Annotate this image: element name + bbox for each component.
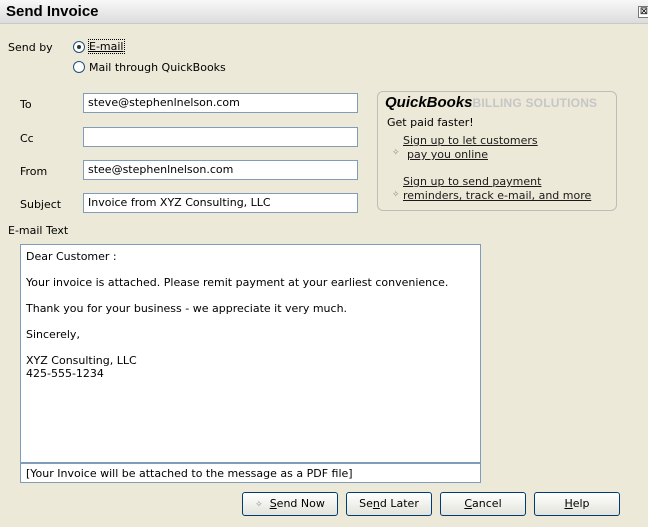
cancel-accel: C bbox=[464, 497, 473, 510]
send-now-button[interactable]: ✧ Send Now bbox=[242, 492, 338, 516]
quickbooks-logo: QuickBooksBILLING SOLUTIONS bbox=[383, 94, 600, 111]
email-greeting: Dear Customer : bbox=[26, 250, 117, 263]
cancel-button[interactable]: Cancel bbox=[440, 492, 526, 516]
cc-label: Cc bbox=[20, 132, 34, 145]
promo-link-online-payments[interactable]: Sign up to let customers pay you online bbox=[403, 134, 538, 162]
subject-field[interactable]: Invoice from XYZ Consulting, LLC bbox=[83, 193, 358, 213]
help-button[interactable]: Help bbox=[534, 492, 620, 516]
promo-brand: QuickBooks bbox=[385, 94, 473, 111]
signature-company: XYZ Consulting, LLC bbox=[26, 354, 137, 367]
attachment-note: [Your Invoice will be attached to the me… bbox=[20, 463, 481, 483]
to-field[interactable]: steve@stephenlnelson.com bbox=[83, 93, 358, 113]
promo-suffix: BILLING SOLUTIONS bbox=[472, 96, 598, 110]
radio-mail-label[interactable]: Mail through QuickBooks bbox=[89, 61, 226, 74]
sparkle-icon: ✧ bbox=[392, 190, 400, 200]
send-now-post: end Now bbox=[276, 497, 325, 510]
email-para2: Thank you for your business - we appreci… bbox=[26, 302, 348, 315]
signature-phone: 425-555-1234 bbox=[26, 367, 104, 380]
cancel-post: ancel bbox=[472, 497, 502, 510]
title-bar: Send Invoice ⊠ bbox=[0, 0, 648, 24]
from-field[interactable]: stee@stephenlnelson.com bbox=[83, 160, 358, 180]
promo-link-payment-reminders[interactable]: Sign up to send payment reminders, track… bbox=[403, 175, 591, 203]
radio-mail[interactable] bbox=[73, 61, 85, 73]
promo-link1-line1: Sign up to let customers bbox=[403, 134, 538, 147]
email-para1: Your invoice is attached. Please remit p… bbox=[26, 276, 449, 289]
promo-link1-line2: pay you online bbox=[407, 148, 488, 161]
email-closing: Sincerely, bbox=[26, 328, 80, 341]
promo-link2-line2: reminders, track e-mail, and more bbox=[403, 189, 592, 202]
to-label: To bbox=[20, 98, 32, 111]
sparkle-icon: ✧ bbox=[392, 148, 400, 158]
email-text-label: E-mail Text bbox=[8, 224, 69, 237]
radio-email-label[interactable]: E-mail bbox=[88, 39, 125, 54]
radio-email[interactable] bbox=[73, 41, 85, 53]
email-body-textarea[interactable]: Dear Customer : Your invoice is attached… bbox=[20, 244, 481, 463]
from-label: From bbox=[20, 165, 48, 178]
send-now-accel: S bbox=[269, 497, 277, 510]
send-later-post: d Later bbox=[379, 497, 419, 510]
help-accel: H bbox=[564, 497, 573, 510]
send-later-accel: n bbox=[372, 497, 380, 510]
send-by-label: Send by bbox=[8, 41, 53, 54]
sparkle-icon: ✧ bbox=[255, 500, 263, 510]
subject-label: Subject bbox=[20, 198, 62, 211]
window-title: Send Invoice bbox=[6, 3, 99, 20]
help-post: elp bbox=[572, 497, 590, 510]
close-button[interactable]: ⊠ bbox=[638, 6, 648, 18]
send-later-pre: Se bbox=[359, 497, 373, 510]
cc-field[interactable] bbox=[83, 127, 358, 147]
promo-headline: Get paid faster! bbox=[387, 116, 474, 129]
promo-link2-line1: Sign up to send payment bbox=[403, 175, 542, 188]
send-later-button[interactable]: Send Later bbox=[346, 492, 432, 516]
